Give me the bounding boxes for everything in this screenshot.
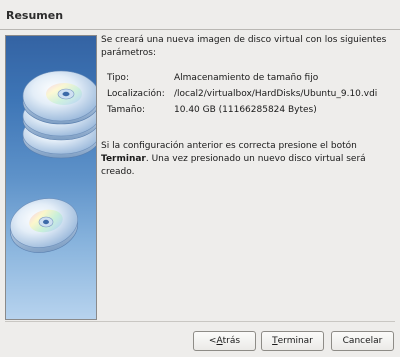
back-rest: trás <box>222 336 241 346</box>
summary-content: Se creará una nueva imagen de disco virt… <box>101 34 396 177</box>
detail-value: Almacenamiento de tamaño fijo <box>174 73 319 83</box>
outro-prefix: Si la configuración anterior es correcta… <box>101 141 357 151</box>
button-divider <box>5 321 395 322</box>
side-image-panel <box>5 35 97 320</box>
detail-value: 10.40 GB (11166285824 Bytes) <box>174 105 317 115</box>
page-title: Resumen <box>6 9 64 22</box>
detail-row-type: Tipo: Almacenamiento de tamaño fijo <box>107 70 397 86</box>
summary-intro: Se creará una nueva imagen de disco virt… <box>101 35 387 58</box>
disk-stack-icon <box>10 70 96 253</box>
finish-rest: erminar <box>277 336 313 346</box>
detail-value: /local2/virtualbox/HardDisks/Ubuntu_9.10… <box>174 89 378 99</box>
finish-button[interactable]: Terminar <box>261 331 324 351</box>
detail-row-location: Localización: /local2/virtualbox/HardDisk… <box>107 86 397 102</box>
wizard-header: Resumen <box>0 0 400 30</box>
outro-finish-word: Terminar <box>101 154 146 164</box>
cancel-button[interactable]: Cancelar <box>331 331 394 351</box>
detail-label: Tamaño: <box>107 105 146 115</box>
summary-outro: Si la configuración anterior es correcta… <box>101 140 396 179</box>
cancel-label: Cancelar <box>342 336 383 346</box>
back-prefix: < <box>208 336 217 346</box>
detail-label: Tipo: <box>107 73 129 83</box>
back-button[interactable]: < Atrás <box>193 331 256 351</box>
summary-details: Tipo: Almacenamiento de tamaño fijo Local… <box>107 70 397 118</box>
detail-row-size: Tamaño: 10.40 GB (11166285824 Bytes) <box>107 102 397 118</box>
detail-label: Localización: <box>107 89 165 99</box>
header-divider <box>0 29 400 30</box>
